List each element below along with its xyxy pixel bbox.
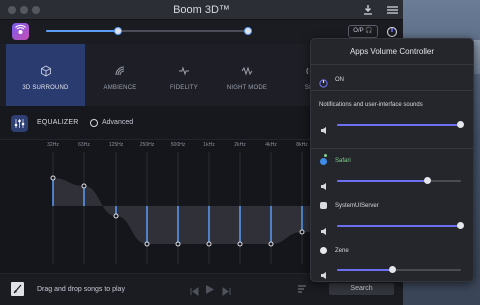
equalizer-toggle-icon[interactable]	[11, 115, 28, 132]
play-icon[interactable]	[205, 282, 215, 294]
eq-band-label: 1kHz	[203, 142, 215, 148]
effect-night-mode[interactable]: NIGHT MODE	[215, 44, 279, 106]
systemuiserver-icon	[320, 202, 327, 209]
speaker-icon	[321, 177, 329, 190]
systemuiserver-volume-knob[interactable]	[457, 222, 464, 229]
eq-band-handle[interactable]	[299, 229, 305, 235]
eq-band-label: 4kHz	[265, 142, 277, 148]
effect-ambience[interactable]: AMBIENCE	[88, 44, 152, 106]
eq-band-handle[interactable]	[175, 241, 181, 247]
effect-label: AMBIENCE	[103, 85, 137, 91]
speaker-icon	[321, 121, 329, 134]
secondary-volume-knob[interactable]	[244, 27, 252, 35]
cube-icon	[40, 64, 52, 77]
systemuiserver-volume-fill	[337, 225, 461, 227]
ambience-icon	[114, 64, 126, 76]
eq-band-label: 32Hz	[47, 142, 59, 148]
active-indicator	[324, 154, 327, 157]
output-button[interactable]: O/P 🎧	[348, 25, 378, 38]
divider	[311, 90, 473, 91]
eq-band-label: 500Hz	[171, 142, 186, 148]
file-icon	[11, 282, 24, 296]
playlist-icon[interactable]	[297, 282, 307, 293]
power-toggle-icon[interactable]	[319, 75, 328, 88]
equalizer-title: EQUALIZER	[37, 119, 79, 126]
apps-volume-controller-popup: Apps Volume Controller ON Notifications …	[310, 38, 474, 282]
popup-title: Apps Volume Controller	[349, 47, 435, 56]
zene-volume-slider[interactable]	[337, 266, 461, 273]
system-sounds-label: Notifications and user-interface sounds	[319, 102, 423, 108]
eq-band-handle[interactable]	[268, 241, 274, 247]
safari-icon	[320, 158, 327, 165]
speaker-icon	[321, 222, 329, 235]
apps-volume-icon[interactable]	[386, 25, 398, 38]
output-label: O/P	[353, 28, 364, 34]
eq-band-label: 2kHz	[234, 142, 246, 148]
effect-3d-surround[interactable]: 3D SURROUND	[6, 44, 85, 106]
effect-label: FIDELITY	[170, 85, 198, 91]
divider	[311, 148, 473, 149]
eq-band-label: 250Hz	[140, 142, 155, 148]
effect-fidelity[interactable]: FIDELITY	[152, 44, 216, 106]
master-volume-slider[interactable]	[46, 27, 246, 35]
app-name-safari: Safari	[335, 158, 351, 164]
drag-drop-text: Drag and drop songs to play	[37, 286, 125, 293]
system-volume-fill	[337, 124, 461, 126]
divider	[311, 64, 473, 65]
advanced-radio[interactable]	[90, 119, 98, 127]
zene-icon	[320, 247, 327, 254]
eq-band-label: 8kHz	[296, 142, 308, 148]
system-volume-slider[interactable]	[337, 121, 464, 128]
safari-volume-fill	[337, 180, 428, 182]
master-volume-knob[interactable]	[114, 27, 122, 35]
system-volume-knob[interactable]	[457, 121, 464, 128]
previous-icon[interactable]	[190, 283, 199, 296]
fidelity-icon	[178, 64, 190, 76]
eq-band-handle[interactable]	[113, 213, 119, 219]
app-name-zene: Zene	[335, 248, 349, 254]
window-title: Boom 3D™	[173, 4, 230, 16]
speaker-icon	[321, 266, 329, 279]
safari-volume-knob[interactable]	[423, 177, 431, 184]
eq-band-handle[interactable]	[237, 241, 243, 247]
safari-volume-slider[interactable]	[337, 177, 461, 184]
eq-band-label: 63Hz	[78, 142, 90, 148]
advanced-label: Advanced	[102, 119, 134, 126]
master-volume-fill	[46, 30, 118, 32]
eq-band-handle[interactable]	[81, 183, 87, 189]
eq-band-handle[interactable]	[50, 175, 56, 181]
boom-logo-icon[interactable]	[12, 23, 29, 40]
night-mode-icon	[241, 64, 253, 76]
toggle-label: ON	[335, 77, 344, 83]
zene-volume-fill	[337, 269, 393, 271]
title-bar: Boom 3D™	[0, 0, 403, 20]
search-button[interactable]: Search	[329, 283, 394, 295]
headphones-icon: 🎧	[365, 28, 373, 34]
menu-icon[interactable]	[386, 4, 399, 16]
eq-band-handle[interactable]	[206, 241, 212, 247]
app-name-systemuiserver: SystemUIServer	[335, 203, 379, 209]
effect-label: 3D SURROUND	[22, 85, 69, 91]
download-icon[interactable]	[362, 4, 374, 16]
next-icon[interactable]	[222, 283, 231, 296]
zene-volume-knob[interactable]	[388, 266, 396, 273]
eq-band-label: 125Hz	[109, 142, 124, 148]
eq-band-handle[interactable]	[144, 241, 150, 247]
systemuiserver-volume-slider[interactable]	[337, 222, 464, 229]
effect-label: NIGHT MODE	[226, 85, 268, 91]
